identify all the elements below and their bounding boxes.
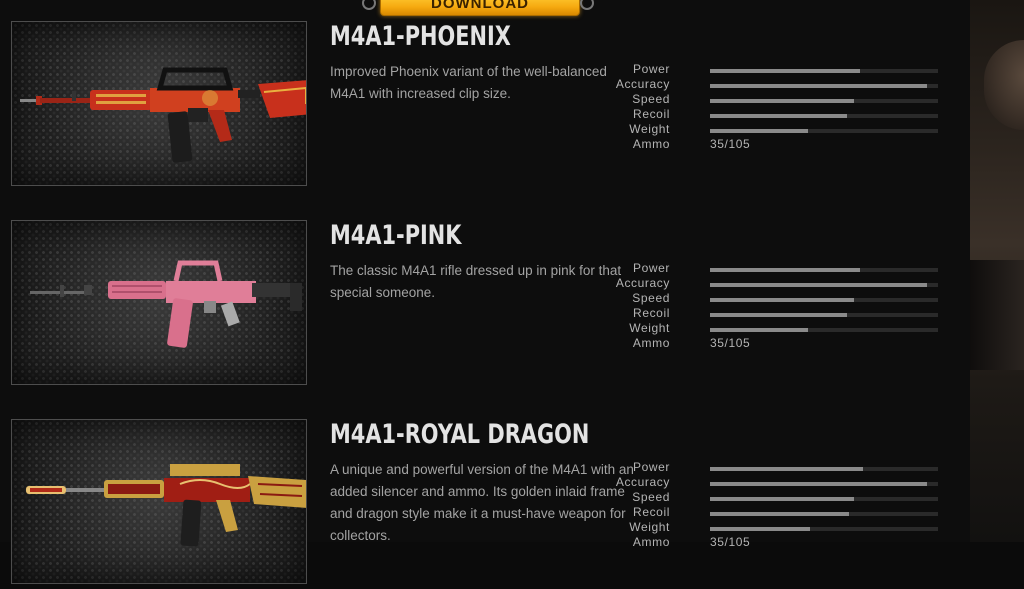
stat-bar bbox=[710, 298, 938, 302]
weapon-title: M4A1-PINK bbox=[330, 220, 462, 251]
character-art bbox=[984, 40, 1024, 130]
stat-label: Weight bbox=[629, 321, 670, 335]
stat-bar bbox=[710, 467, 938, 471]
stat-recoil: Recoil bbox=[633, 107, 940, 122]
stat-bar bbox=[710, 527, 938, 531]
stat-bar bbox=[710, 328, 938, 332]
stat-label: Ammo bbox=[632, 336, 670, 350]
stat-weight: Weight bbox=[629, 122, 940, 137]
stat-power: Power bbox=[633, 261, 940, 276]
stat-label: Ammo bbox=[632, 535, 670, 549]
stat-bar bbox=[710, 482, 938, 486]
stat-fill bbox=[710, 482, 927, 486]
weapon-stats: Power Accuracy Speed Recoil Weight Ammo 3… bbox=[616, 460, 940, 550]
stat-label: Speed bbox=[632, 490, 670, 504]
stat-label: Recoil bbox=[633, 107, 670, 121]
stat-label: Weight bbox=[629, 122, 670, 136]
stat-ammo: Ammo 35/105 bbox=[633, 336, 940, 351]
stat-label: Accuracy bbox=[615, 475, 670, 489]
stat-accuracy: Accuracy bbox=[616, 475, 940, 490]
stat-weight: Weight bbox=[629, 321, 940, 336]
stat-speed: Speed bbox=[632, 490, 940, 505]
stat-bar bbox=[710, 69, 938, 73]
stat-fill bbox=[710, 512, 850, 516]
stat-label: Power bbox=[632, 62, 670, 76]
stat-accuracy: Accuracy bbox=[616, 276, 940, 291]
weapon-thumbnail[interactable] bbox=[11, 220, 307, 385]
weapon-thumbnail[interactable] bbox=[11, 21, 307, 186]
stat-label: Ammo bbox=[632, 137, 670, 151]
weapon-item: M4A1-PHOENIX Improved Phoenix variant of… bbox=[0, 21, 970, 191]
stat-label: Accuracy bbox=[615, 77, 670, 91]
download-area: DOWNLOAD bbox=[362, 0, 600, 16]
stat-bar bbox=[710, 114, 938, 118]
stat-bar bbox=[710, 497, 938, 501]
stat-bar bbox=[710, 129, 938, 133]
stat-fill bbox=[710, 467, 863, 471]
stat-fill bbox=[710, 114, 847, 118]
stat-fill bbox=[710, 497, 854, 501]
stat-bar bbox=[710, 268, 938, 272]
side-background-art bbox=[970, 0, 1024, 542]
rifle-icon bbox=[20, 67, 306, 163]
stat-fill bbox=[710, 69, 861, 73]
stat-label: Speed bbox=[632, 291, 670, 305]
ammo-value: 35/105 bbox=[710, 535, 751, 549]
stat-accuracy: Accuracy bbox=[616, 77, 940, 92]
stat-bar bbox=[710, 84, 938, 88]
ammo-value: 35/105 bbox=[710, 336, 751, 350]
stat-label: Weight bbox=[629, 520, 670, 534]
stat-fill bbox=[710, 527, 811, 531]
ammo-value: 35/105 bbox=[710, 137, 751, 151]
stat-speed: Speed bbox=[632, 92, 940, 107]
stat-fill bbox=[710, 99, 854, 103]
rifle-icon bbox=[30, 260, 302, 348]
stat-speed: Speed bbox=[632, 291, 940, 306]
rifle-icon bbox=[26, 464, 306, 547]
stat-ammo: Ammo 35/105 bbox=[633, 137, 940, 152]
weapon-thumbnail[interactable] bbox=[11, 419, 307, 584]
stat-label: Accuracy bbox=[615, 276, 670, 290]
ornament-icon bbox=[362, 0, 376, 10]
ornament-icon bbox=[580, 0, 594, 10]
stat-fill bbox=[710, 283, 927, 287]
weapon-stats: Power Accuracy Speed Recoil Weight Ammo 3… bbox=[616, 261, 940, 351]
weapon-title: M4A1-ROYAL DRAGON bbox=[330, 419, 590, 450]
stat-fill bbox=[710, 84, 927, 88]
stat-recoil: Recoil bbox=[633, 505, 940, 520]
stat-fill bbox=[710, 298, 854, 302]
weapon-stats: Power Accuracy Speed Recoil Weight Ammo 3… bbox=[616, 62, 940, 152]
stat-recoil: Recoil bbox=[633, 306, 940, 321]
stat-power: Power bbox=[633, 460, 940, 475]
stat-bar bbox=[710, 283, 938, 287]
weapon-description: The classic M4A1 rifle dressed up in pin… bbox=[330, 263, 622, 300]
stat-label: Recoil bbox=[633, 505, 670, 519]
weapon-description: A unique and powerful version of the M4A… bbox=[330, 462, 634, 543]
stat-label: Recoil bbox=[633, 306, 670, 320]
stat-bar bbox=[710, 512, 938, 516]
stat-bar bbox=[710, 313, 938, 317]
stat-weight: Weight bbox=[629, 520, 940, 535]
stat-power: Power bbox=[633, 62, 940, 77]
stat-fill bbox=[710, 313, 847, 317]
stat-label: Power bbox=[632, 460, 670, 474]
stat-label: Speed bbox=[632, 92, 670, 106]
stat-fill bbox=[710, 328, 809, 332]
stat-ammo: Ammo 35/105 bbox=[633, 535, 940, 550]
stat-bar bbox=[710, 99, 938, 103]
weapon-item: M4A1-PINK The classic M4A1 rifle dressed… bbox=[0, 220, 970, 390]
weapon-description: Improved Phoenix variant of the well-bal… bbox=[330, 64, 607, 101]
weapon-title: M4A1-PHOENIX bbox=[330, 21, 511, 52]
download-button[interactable]: DOWNLOAD bbox=[380, 0, 580, 16]
character-art-shadow bbox=[970, 260, 1024, 370]
stat-fill bbox=[710, 129, 809, 133]
stat-fill bbox=[710, 268, 861, 272]
weapon-item: M4A1-ROYAL DRAGON A unique and powerful … bbox=[0, 419, 970, 589]
stat-label: Power bbox=[632, 261, 670, 275]
